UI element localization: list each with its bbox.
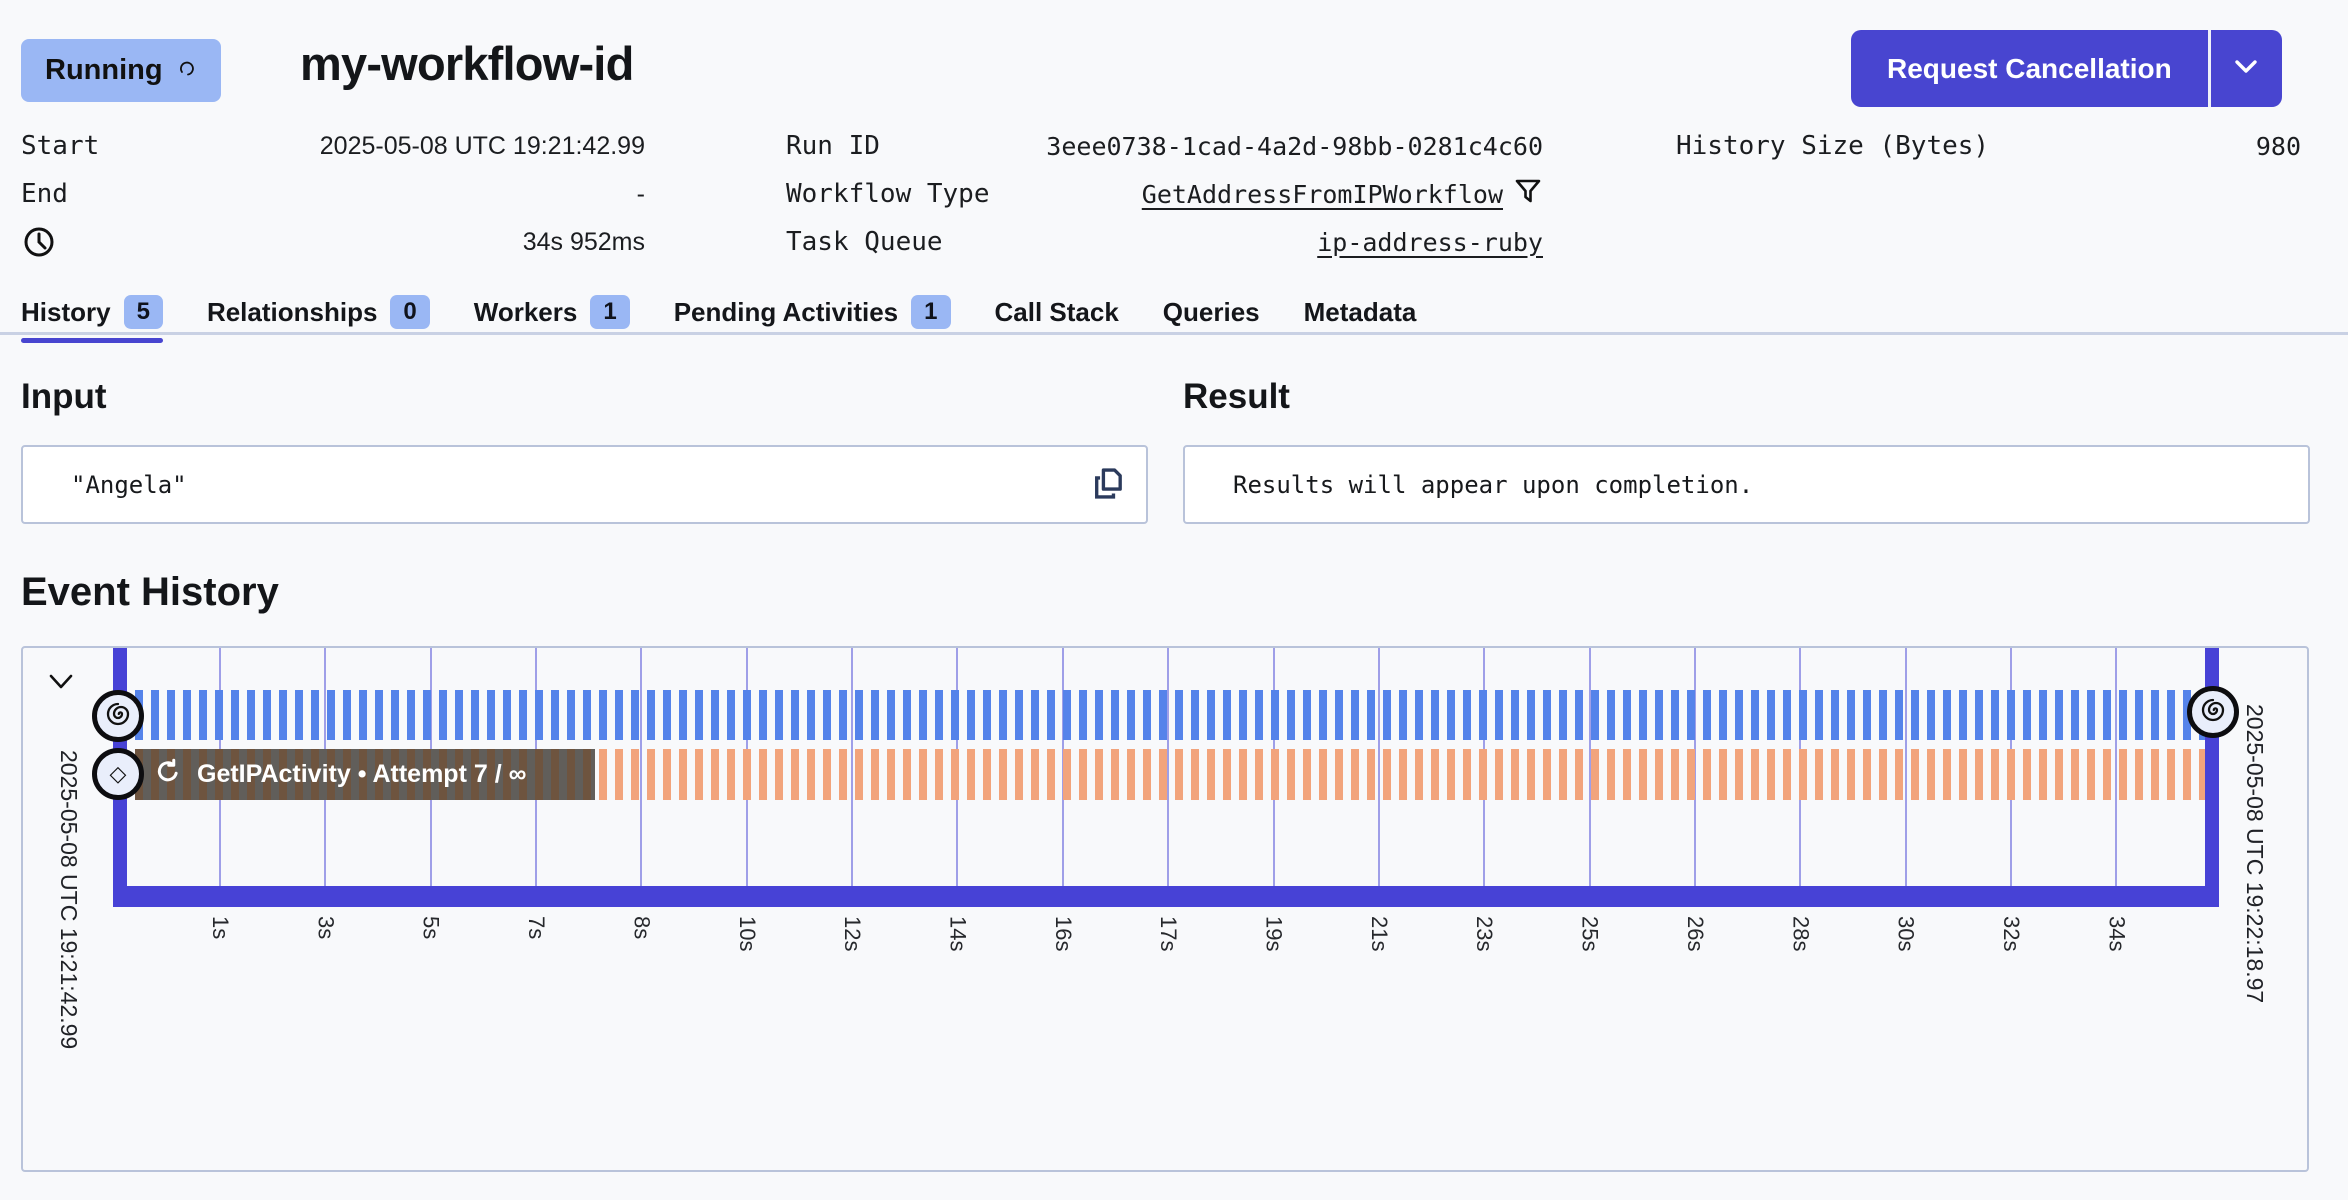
axis-tick-label: 26s bbox=[1682, 916, 1708, 951]
chevron-down-icon bbox=[2229, 57, 2263, 80]
axis-tick-label: 7s bbox=[523, 916, 549, 939]
axis-tick-label: 34s bbox=[2103, 916, 2129, 951]
axis-tick-label: 25s bbox=[1577, 916, 1603, 951]
history-size-value: 980 bbox=[2256, 132, 2301, 161]
tab-label: Pending Activities bbox=[674, 297, 898, 328]
cancellation-menu-button[interactable] bbox=[2208, 30, 2282, 107]
input-heading: Input bbox=[21, 377, 107, 417]
tab-label: Relationships bbox=[207, 297, 377, 328]
spiral-icon bbox=[2196, 693, 2230, 732]
copy-icon bbox=[1090, 490, 1128, 505]
tab-label: Metadata bbox=[1304, 297, 1417, 328]
tab-count-badge: 0 bbox=[390, 295, 429, 329]
activity-start-node[interactable]: ◇ bbox=[92, 748, 144, 800]
tab-label: Call Stack bbox=[995, 297, 1119, 328]
timeline-end-time-label: 2025-05-08 UTC 19:22:18.97 bbox=[2241, 704, 2268, 1003]
start-value: 2025-05-08 UTC 19:21:42.99 bbox=[320, 132, 645, 161]
result-value: Results will appear upon completion. bbox=[1185, 471, 1753, 499]
activity-label-bar[interactable]: GetIPActivity • Attempt 7 / ∞ bbox=[135, 749, 595, 800]
status-spinner-icon bbox=[177, 54, 197, 87]
axis-tick-label: 5s bbox=[418, 916, 444, 939]
workflow-type-label: Workflow Type bbox=[786, 179, 990, 209]
timeline-baseline-bar bbox=[113, 886, 2219, 907]
duration-value: 34s 952ms bbox=[523, 228, 645, 257]
task-queue-link[interactable]: ip-address-ruby bbox=[1317, 228, 1543, 257]
axis-tick-label: 8s bbox=[628, 916, 654, 939]
workflow-execution-bar[interactable] bbox=[135, 690, 2205, 740]
details-column-times: Start 2025-05-08 UTC 19:21:42.99 End - 3… bbox=[21, 122, 645, 266]
status-label: Running bbox=[45, 54, 163, 87]
detail-row-duration: 34s 952ms bbox=[21, 218, 645, 266]
spiral-icon bbox=[101, 697, 135, 736]
detail-row-task-queue: Task Queue ip-address-ruby bbox=[786, 218, 1543, 266]
event-history-heading: Event History bbox=[21, 570, 279, 615]
details-column-history-size: History Size (Bytes) 980 bbox=[1676, 122, 2301, 170]
input-value: "Angela" bbox=[23, 471, 187, 499]
diamond-icon: ◇ bbox=[110, 763, 127, 785]
request-cancellation-button[interactable]: Request Cancellation bbox=[1851, 30, 2208, 107]
tab-count-badge: 1 bbox=[911, 295, 950, 329]
clock-icon bbox=[21, 224, 57, 260]
tab-count-badge: 5 bbox=[124, 295, 163, 329]
timeline-expand-toggle[interactable] bbox=[45, 672, 77, 697]
axis-tick-label: 3s bbox=[312, 916, 338, 939]
axis-tick-label: 16s bbox=[1050, 916, 1076, 951]
tab-label: History bbox=[21, 297, 111, 328]
task-queue-label: Task Queue bbox=[786, 227, 943, 257]
axis-tick-label: 28s bbox=[1787, 916, 1813, 951]
status-badge: Running bbox=[21, 39, 221, 102]
history-size-label: History Size (Bytes) bbox=[1676, 131, 1989, 161]
timeline-start-time-label: 2025-05-08 UTC 19:21:42.99 bbox=[55, 750, 82, 1049]
page-title: my-workflow-id bbox=[300, 36, 633, 91]
details-column-workflow: Run ID 3eee0738-1cad-4a2d-98bb-0281c4c60… bbox=[786, 122, 1543, 266]
tabs-divider bbox=[0, 332, 2348, 335]
axis-tick-label: 1s bbox=[207, 916, 233, 939]
result-heading: Result bbox=[1183, 377, 1290, 417]
detail-row-end: End - bbox=[21, 170, 645, 218]
axis-tick-label: 30s bbox=[1893, 916, 1919, 951]
end-value: - bbox=[637, 180, 645, 209]
workflow-start-node[interactable] bbox=[92, 690, 144, 742]
run-id-label: Run ID bbox=[786, 131, 880, 161]
end-label: End bbox=[21, 179, 68, 209]
activity-label: GetIPActivity • Attempt 7 / ∞ bbox=[197, 760, 526, 789]
workflow-detail-page: Running my-workflow-id Request Cancellat… bbox=[0, 0, 2348, 1200]
detail-row-start: Start 2025-05-08 UTC 19:21:42.99 bbox=[21, 122, 645, 170]
start-label: Start bbox=[21, 131, 99, 161]
workflow-type-link[interactable]: GetAddressFromIPWorkflow bbox=[1142, 180, 1503, 209]
axis-tick-label: 12s bbox=[839, 916, 865, 951]
axis-tick-label: 21s bbox=[1366, 916, 1392, 951]
retry-icon bbox=[153, 757, 183, 792]
run-id-value: 3eee0738-1cad-4a2d-98bb-0281c4c60 bbox=[1046, 132, 1543, 161]
workflow-end-node[interactable] bbox=[2187, 686, 2239, 738]
detail-row-history-size: History Size (Bytes) 980 bbox=[1676, 122, 2301, 170]
axis-tick-label: 32s bbox=[1998, 916, 2024, 951]
tab-label: Queries bbox=[1163, 297, 1260, 328]
axis-tick-label: 14s bbox=[944, 916, 970, 951]
filter-icon[interactable] bbox=[1513, 176, 1543, 212]
input-box: "Angela" bbox=[21, 445, 1148, 524]
detail-row-run-id: Run ID 3eee0738-1cad-4a2d-98bb-0281c4c60 bbox=[786, 122, 1543, 170]
axis-tick-label: 10s bbox=[734, 916, 760, 951]
request-cancellation-split-button: Request Cancellation bbox=[1851, 30, 2282, 107]
tab-count-badge: 1 bbox=[590, 295, 629, 329]
axis-tick-label: 17s bbox=[1155, 916, 1181, 951]
result-box: Results will appear upon completion. bbox=[1183, 445, 2310, 524]
axis-tick-label: 19s bbox=[1261, 916, 1287, 951]
tab-label: Workers bbox=[474, 297, 578, 328]
detail-row-workflow-type: Workflow Type GetAddressFromIPWorkflow bbox=[786, 170, 1543, 218]
copy-input-button[interactable] bbox=[1090, 464, 1128, 505]
chevron-down-icon bbox=[45, 682, 77, 697]
axis-tick-label: 23s bbox=[1471, 916, 1497, 951]
event-history-timeline: 1s 3s 5s 7s 8s 10s 12s 14s 16s 17s 19s 21s 23s 25s 26s… bbox=[21, 646, 2309, 1172]
